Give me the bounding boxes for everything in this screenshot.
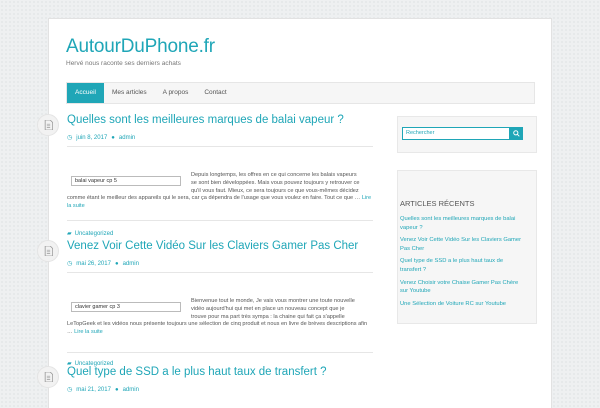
document-icon — [37, 366, 59, 388]
recent-post-link[interactable]: Venez Voir Cette Vidéo Sur les Claviers … — [400, 236, 525, 253]
post-category: ▰ Uncategorized — [67, 230, 113, 237]
post-excerpt: Depuis longtemps, les offres en ce qui c… — [67, 172, 373, 211]
post-meta: ◷ mai 26, 2017 ● admin — [67, 260, 139, 268]
user-icon: ● — [114, 260, 119, 267]
post-title[interactable]: Quel type de SSD a le plus haut taux de … — [67, 366, 327, 378]
nav-item-a-propos[interactable]: A propos — [155, 83, 197, 103]
excerpt-line: qu'il vous faut. Mieux, ce sera toujours… — [191, 187, 359, 194]
post-date[interactable]: juin 8, 2017 — [76, 135, 107, 141]
excerpt-line: Depuis longtemps, les offres en ce qui c… — [191, 172, 357, 178]
nav-item-accueil[interactable]: Accueil — [67, 83, 104, 103]
clock-icon: ◷ — [67, 135, 73, 141]
recent-post-link[interactable]: Quelles sont les meilleures marques de b… — [400, 215, 525, 232]
post-author[interactable]: admin — [119, 135, 135, 141]
post-author[interactable]: admin — [123, 387, 139, 393]
excerpt-line: LeTopGeek et les vidéos nous présente to… — [67, 321, 326, 328]
post-meta: ◷ juin 8, 2017 ● admin — [67, 134, 135, 142]
read-more-link[interactable]: Lire la suite — [74, 329, 103, 335]
excerpt-tail: … — [354, 195, 361, 202]
post-excerpt: Bienvenue tout le monde, Je vais vous mo… — [67, 298, 373, 337]
sidebar-search-widget: Rechercher — [397, 116, 537, 153]
site-title[interactable]: AutourDuPhone.fr — [66, 36, 215, 58]
post-title[interactable]: Quelles sont les meilleures marques de b… — [67, 114, 344, 126]
site-tagline: Hervé nous raconte ses derniers achats — [66, 60, 181, 67]
search-button[interactable] — [510, 127, 523, 140]
recent-posts-title: ARTICLES RÉCENTS — [400, 199, 475, 208]
recent-post-link[interactable]: Quel type de SSD a le plus haut taux de … — [400, 257, 525, 274]
post-title[interactable]: Venez Voir Cette Vidéo Sur les Claviers … — [67, 240, 358, 252]
search-input[interactable]: Rechercher — [402, 127, 510, 140]
post-date[interactable]: mai 21, 2017 — [76, 387, 111, 393]
user-icon: ● — [114, 386, 119, 393]
recent-posts-widget: ARTICLES RÉCENTS Quelles sont les meille… — [397, 170, 537, 324]
document-icon — [37, 240, 59, 262]
search-icon — [513, 130, 520, 137]
category-link[interactable]: Uncategorized — [75, 231, 114, 237]
folder-icon: ▰ — [67, 231, 72, 237]
recent-post-link[interactable]: Venez Choisir votre Chaise Gamer Pas Chè… — [400, 279, 525, 296]
main-nav: Accueil Mes articles A propos Contact — [66, 82, 535, 104]
divider — [67, 352, 373, 353]
post-date[interactable]: mai 26, 2017 — [76, 261, 111, 267]
recent-posts-list: Quelles sont les meilleures marques de b… — [400, 215, 525, 312]
divider — [67, 220, 373, 221]
excerpt-line: Bienvenue tout le monde, Je vais vous mo… — [191, 298, 355, 304]
excerpt-line: trouve pour ma part très sympa : la chai… — [191, 313, 345, 320]
nav-item-contact[interactable]: Contact — [196, 83, 234, 103]
document-icon — [37, 114, 59, 136]
nav-item-mes-articles[interactable]: Mes articles — [104, 83, 155, 103]
divider — [67, 146, 373, 147]
clock-icon: ◷ — [67, 387, 73, 393]
clock-icon: ◷ — [67, 261, 73, 267]
post-author[interactable]: admin — [123, 261, 139, 267]
excerpt-line: se sont bien développées. Mais vous pouv… — [191, 179, 360, 186]
recent-post-link[interactable]: Une Sélection de Voiture RC sur Youtube — [400, 300, 525, 309]
excerpt-line: vidéo aujourd'hui qui met en place un no… — [191, 305, 345, 312]
post-meta: ◷ mai 21, 2017 ● admin — [67, 386, 139, 394]
user-icon: ● — [111, 134, 115, 141]
divider — [67, 272, 373, 273]
excerpt-line: comme étant le meilleur des appareils qu… — [67, 195, 354, 202]
page-container: AutourDuPhone.fr Hervé nous raconte ses … — [37, 18, 552, 408]
